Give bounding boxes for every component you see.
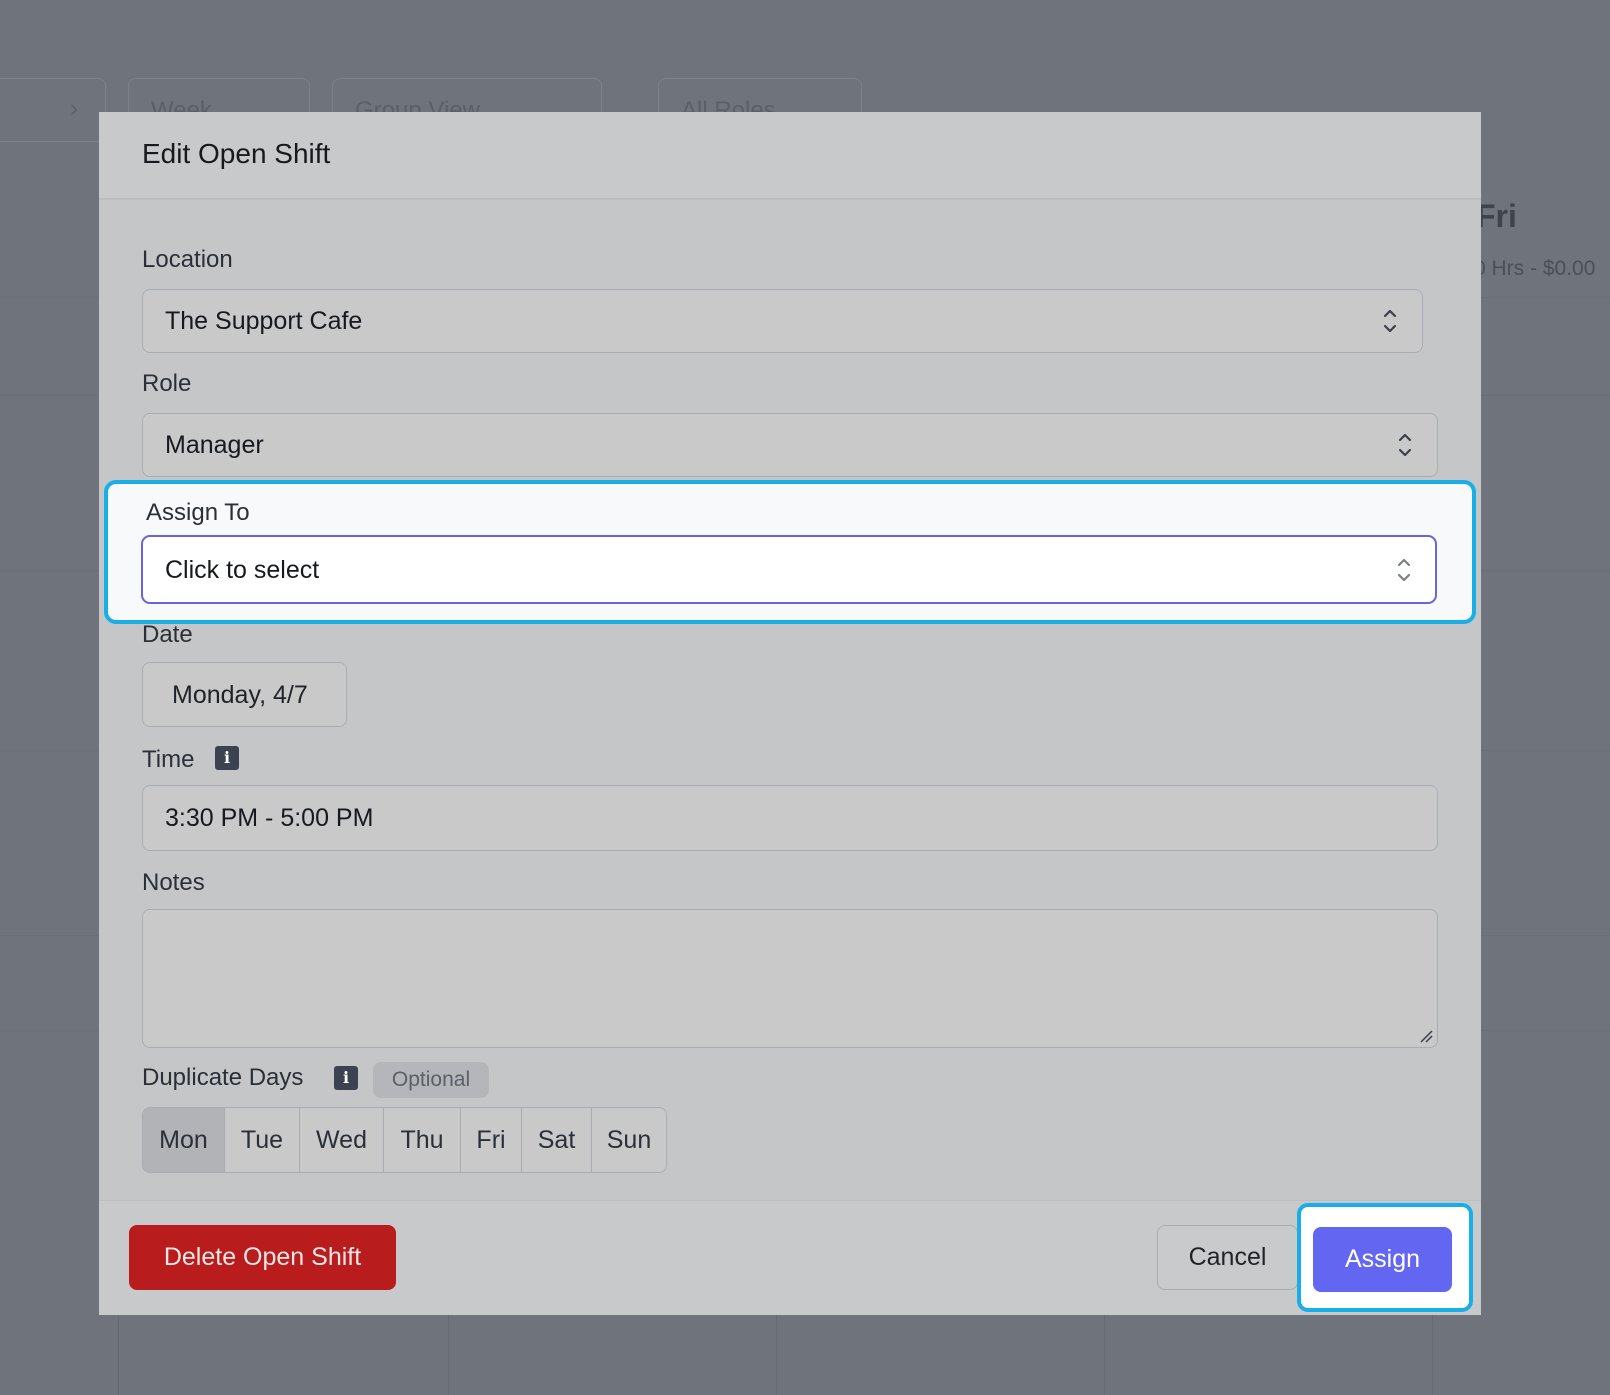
modal-footer: Delete Open Shift Cancel [99, 1200, 1481, 1315]
resize-handle-icon[interactable] [1419, 1029, 1433, 1043]
background-day-header: Fri [1476, 198, 1517, 234]
time-label: Time [142, 746, 195, 773]
assign-button[interactable]: Assign [1313, 1227, 1452, 1292]
day-toggle-thu[interactable]: Thu [384, 1108, 461, 1172]
info-icon[interactable]: i [215, 746, 239, 770]
time-field[interactable]: 3:30 PM - 5:00 PM [142, 785, 1438, 851]
background-nav-next: › [0, 78, 106, 142]
location-value: The Support Cafe [165, 307, 363, 335]
chevron-up-down-icon [1397, 558, 1411, 582]
day-toggle-sat[interactable]: Sat [522, 1108, 592, 1172]
chevron-up-down-icon [1398, 433, 1412, 457]
info-icon[interactable]: i [334, 1066, 358, 1090]
location-select[interactable]: The Support Cafe [142, 289, 1423, 353]
day-toggle-tue[interactable]: Tue [225, 1108, 300, 1172]
role-value: Manager [165, 431, 264, 459]
day-toggle-mon[interactable]: Mon [143, 1108, 225, 1172]
duplicate-days-group: Mon Tue Wed Thu Fri Sat Sun [142, 1107, 667, 1173]
day-toggle-fri[interactable]: Fri [461, 1108, 522, 1172]
assign-to-label: Assign To [146, 499, 250, 526]
background-divider [448, 1315, 449, 1395]
date-label: Date [142, 621, 193, 648]
modal-header: Edit Open Shift [99, 112, 1481, 200]
day-toggle-sun[interactable]: Sun [592, 1108, 666, 1172]
time-value: 3:30 PM - 5:00 PM [165, 804, 374, 832]
background-divider [1104, 1315, 1105, 1395]
chevron-up-down-icon [1383, 309, 1397, 333]
role-select[interactable]: Manager [142, 413, 1438, 477]
assign-to-select[interactable]: Click to select [141, 535, 1437, 604]
background-divider [118, 1315, 119, 1395]
chevron-right-icon: › [70, 95, 78, 122]
notes-label: Notes [142, 869, 205, 896]
date-field[interactable]: Monday, 4/7 [142, 662, 347, 727]
notes-textarea[interactable] [142, 909, 1438, 1048]
date-value: Monday, 4/7 [172, 681, 308, 709]
day-toggle-wed[interactable]: Wed [300, 1108, 384, 1172]
role-label: Role [142, 370, 192, 397]
background-day-summary: 0 Hrs - $0.00 [1474, 257, 1596, 280]
optional-badge: Optional [373, 1062, 489, 1098]
modal-title: Edit Open Shift [142, 138, 331, 169]
cancel-button[interactable]: Cancel [1157, 1225, 1298, 1290]
duplicate-days-label: Duplicate Days [142, 1064, 304, 1091]
background-divider [1432, 1315, 1433, 1395]
delete-open-shift-button[interactable]: Delete Open Shift [129, 1225, 396, 1290]
assign-to-value: Click to select [165, 556, 320, 584]
location-label: Location [142, 246, 233, 273]
background-divider [776, 1315, 777, 1395]
